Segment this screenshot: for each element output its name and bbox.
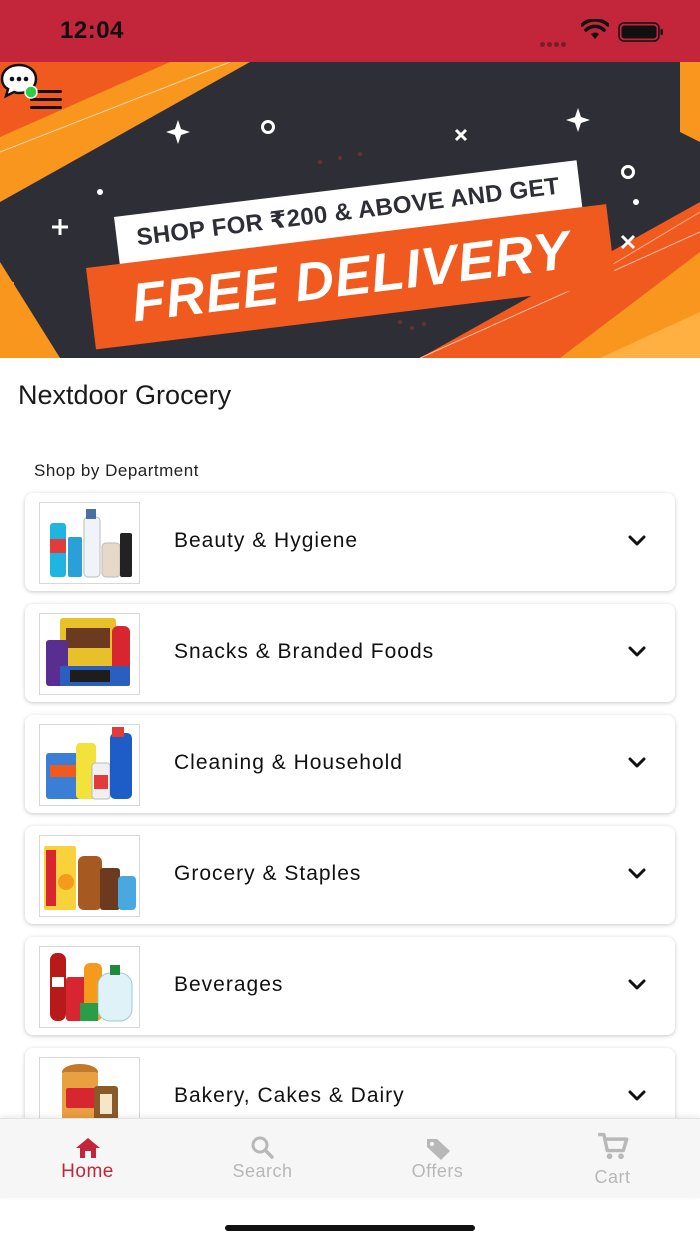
status-time: 12:04 <box>60 17 124 44</box>
chevron-down-icon[interactable] <box>628 757 646 769</box>
department-list: Beauty & Hygiene Snacks & Branded Foods <box>25 493 675 1159</box>
grocery-products-image <box>39 835 140 917</box>
home-indicator <box>225 1225 475 1231</box>
department-label: Beverages <box>174 973 284 996</box>
tag-icon <box>427 1139 450 1160</box>
department-beauty-hygiene[interactable]: Beauty & Hygiene <box>25 493 675 591</box>
chevron-down-icon[interactable] <box>628 535 646 547</box>
chevron-down-icon[interactable] <box>628 979 646 991</box>
tab-label: Search <box>232 1161 293 1181</box>
chevron-down-icon[interactable] <box>628 646 646 658</box>
cleaning-products-image <box>39 724 140 806</box>
tab-label: Cart <box>594 1167 631 1187</box>
department-beverages[interactable]: Beverages <box>25 937 675 1035</box>
bottom-tab-bar: Home Search Offers Cart <box>0 1118 700 1198</box>
chat-bubble-icon[interactable] <box>0 62 40 100</box>
tab-label: Offers <box>411 1161 464 1181</box>
battery-icon <box>618 22 663 42</box>
chevron-down-icon[interactable] <box>628 1090 646 1102</box>
status-bar: 12:04 <box>0 0 700 62</box>
department-label: Cleaning & Household <box>174 751 403 774</box>
section-label: Shop by Department <box>34 461 199 480</box>
department-snacks-branded-foods[interactable]: Snacks & Branded Foods <box>25 604 675 702</box>
department-cleaning-household[interactable]: Cleaning & Household <box>25 715 675 813</box>
promo-banner[interactable]: SHOP FOR ₹200 & ABOVE AND GET FREE DELIV… <box>0 62 700 358</box>
cellular-signal-icon <box>540 34 570 47</box>
tab-cart[interactable]: Cart <box>525 1119 700 1199</box>
home-icon <box>76 1138 100 1158</box>
department-label: Bakery, Cakes & Dairy <box>174 1084 405 1107</box>
beauty-products-image <box>39 502 140 584</box>
chat-online-badge <box>24 85 38 99</box>
tab-label: Home <box>61 1161 114 1182</box>
tab-search[interactable]: Search <box>175 1119 350 1199</box>
tab-offers[interactable]: Offers <box>350 1119 525 1199</box>
chevron-down-icon[interactable] <box>628 868 646 880</box>
store-title: Nextdoor Grocery <box>18 380 232 410</box>
department-label: Beauty & Hygiene <box>174 529 359 552</box>
department-grocery-staples[interactable]: Grocery & Staples <box>25 826 675 924</box>
wifi-icon <box>581 19 609 39</box>
search-icon <box>251 1136 274 1159</box>
cart-icon <box>598 1132 629 1160</box>
tab-home[interactable]: Home <box>0 1119 175 1199</box>
department-label: Grocery & Staples <box>174 862 362 885</box>
department-label: Snacks & Branded Foods <box>174 640 435 663</box>
snacks-products-image <box>39 613 140 695</box>
beverage-products-image <box>39 946 140 1028</box>
